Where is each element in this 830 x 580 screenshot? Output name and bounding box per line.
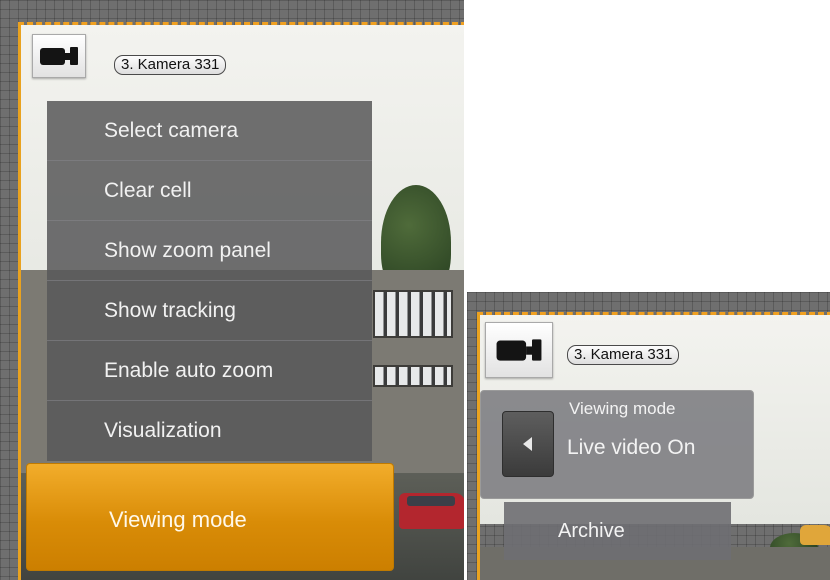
video-building-windows-lower bbox=[373, 365, 453, 387]
menu-item-select-camera[interactable]: Select camera bbox=[47, 101, 372, 161]
viewing-mode-title: Viewing mode bbox=[569, 399, 676, 418]
video-car bbox=[399, 493, 464, 529]
camera-name-label: 3. Kamera 331 bbox=[114, 55, 227, 75]
archive-button[interactable]: Archive bbox=[504, 502, 731, 560]
video-camera-icon bbox=[496, 339, 542, 361]
video-building-windows bbox=[373, 290, 453, 338]
viewing-mode-selector: Viewing mode Live video On bbox=[480, 390, 754, 499]
triangle-left-icon bbox=[523, 437, 532, 451]
menu-item-enable-auto-zoom[interactable]: Enable auto zoom bbox=[47, 341, 372, 401]
camera-icon-button[interactable] bbox=[32, 34, 86, 78]
menu-item-clear-cell[interactable]: Clear cell bbox=[47, 161, 372, 221]
left-panel: 3. Kamera 331 Select camera Clear cell S… bbox=[0, 0, 464, 580]
camera-name-label: 3. Kamera 331 bbox=[567, 345, 680, 365]
video-car-window bbox=[407, 496, 455, 506]
context-menu: Select camera Clear cell Show zoom panel… bbox=[47, 101, 372, 461]
menu-item-show-zoom-panel[interactable]: Show zoom panel bbox=[47, 221, 372, 281]
camera-icon-button[interactable] bbox=[485, 322, 553, 378]
video-camera-icon bbox=[40, 47, 78, 65]
menu-item-visualization[interactable]: Visualization bbox=[47, 401, 372, 460]
video-car bbox=[800, 525, 830, 545]
menu-item-show-tracking[interactable]: Show tracking bbox=[47, 281, 372, 341]
menu-item-viewing-mode[interactable]: Viewing mode bbox=[26, 463, 394, 571]
viewing-mode-value: Live video On bbox=[567, 436, 696, 459]
previous-mode-button[interactable] bbox=[502, 411, 554, 477]
